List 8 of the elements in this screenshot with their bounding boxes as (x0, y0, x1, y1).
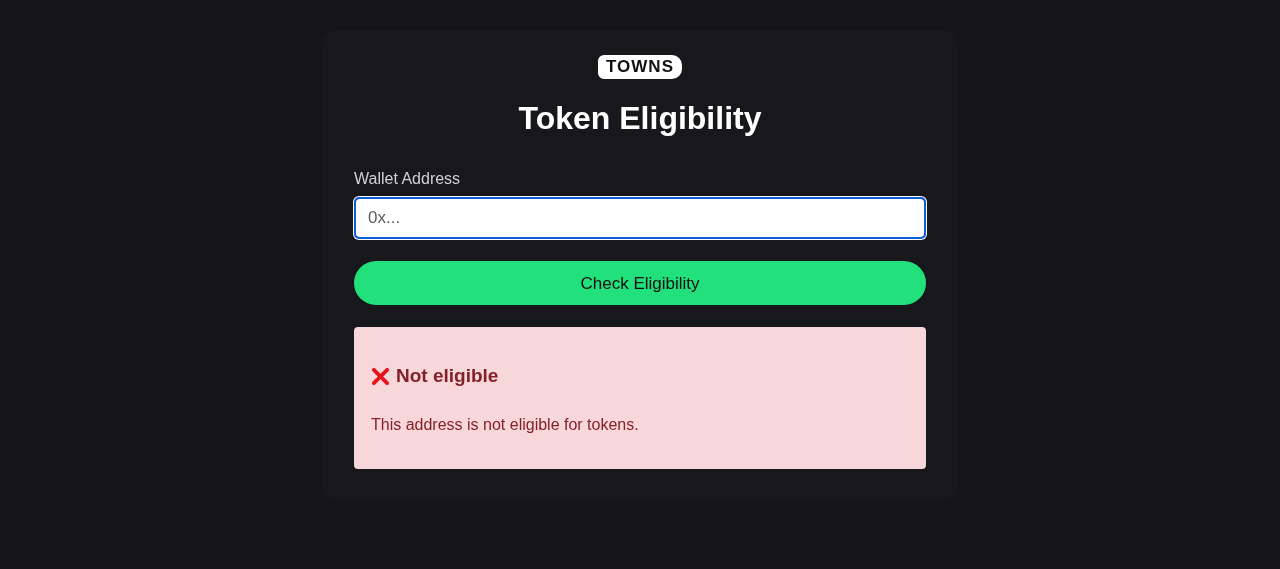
cross-icon (371, 367, 390, 387)
result-heading: Not eligible (396, 364, 499, 389)
logo: TOWNS (598, 55, 682, 79)
field-label: Wallet Address (354, 169, 461, 190)
check-eligibility-button[interactable]: Check Eligibility (354, 261, 926, 306)
page-title: Token Eligibility (517, 99, 763, 138)
wallet-address-field[interactable]: 0x... (354, 197, 926, 240)
result-message: This address is not eligible for tokens. (371, 414, 640, 435)
